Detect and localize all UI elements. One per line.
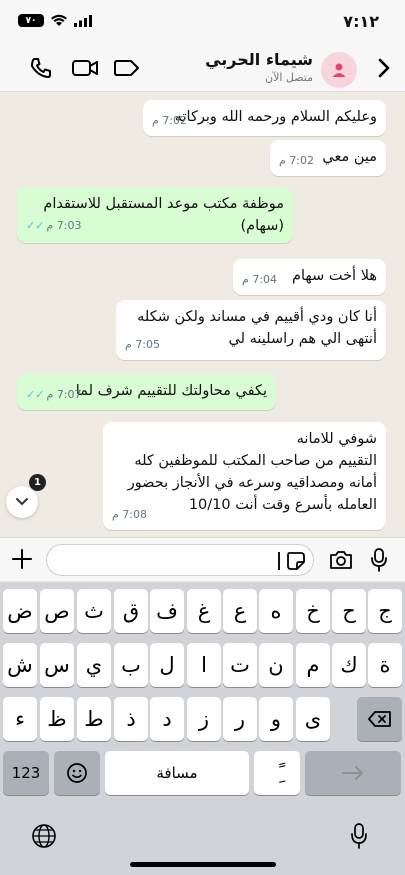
battery-icon: ٧٠ (18, 14, 44, 27)
keyboard: ض ص ث ق ف غ ع ه خ ح ج ش س ي ب ل ا ت ن م … (0, 582, 405, 875)
key[interactable]: ف (150, 589, 184, 633)
message-bubble-outgoing[interactable]: يكفي محاولتك للتقييم شرف لما 7:07 م✓✓ (17, 374, 276, 410)
key[interactable]: غ (187, 589, 221, 633)
message-input[interactable] (46, 544, 314, 576)
emoji-icon (67, 763, 87, 783)
key[interactable]: ر (223, 697, 257, 741)
backspace-key[interactable] (357, 697, 402, 741)
key[interactable]: ن (259, 643, 293, 687)
wifi-icon (51, 14, 67, 26)
key[interactable]: ث (77, 589, 111, 633)
return-arrow-icon (342, 766, 363, 780)
message-timestamp: 7:05 م (125, 338, 161, 351)
plus-icon[interactable] (10, 547, 34, 571)
message-list[interactable]: وعليكم السلام ورحمه الله وبركاته 7:02 م … (0, 93, 405, 536)
message-time: 7:02 م (152, 110, 187, 132)
key[interactable]: ذ (114, 697, 148, 741)
contact-presence: متصل الآن (265, 71, 313, 84)
globe-icon[interactable] (30, 822, 58, 850)
key[interactable]: ء (3, 697, 37, 741)
key[interactable]: ة (368, 643, 402, 687)
key[interactable]: ق (114, 589, 148, 633)
message-time: 7:08 م (112, 504, 147, 526)
key[interactable]: ه (259, 589, 293, 633)
message-time: 7:03 م✓✓ (26, 215, 81, 237)
composer-bar (0, 537, 405, 581)
space-key[interactable]: مسافة (105, 751, 249, 795)
diacritic-key[interactable]: ًِ (254, 751, 300, 795)
read-receipt-icon: ✓✓ (26, 219, 45, 232)
message-timestamp: 7:08 م (112, 508, 148, 521)
key[interactable]: م (296, 643, 330, 687)
microphone-icon[interactable] (370, 547, 388, 573)
chat-header: شيماء الحربي متصل الآن (0, 44, 405, 92)
return-key[interactable] (305, 751, 401, 795)
message-timestamp: 7:02 م (279, 154, 315, 167)
message-timestamp: 7:07 م (46, 388, 82, 401)
message-bubble-incoming[interactable]: مين معي 7:02 م (270, 140, 386, 176)
avatar[interactable] (321, 52, 357, 88)
label-tag-icon[interactable] (113, 56, 141, 80)
key[interactable]: ز (187, 697, 221, 741)
key[interactable]: ى (296, 697, 330, 741)
dictation-microphone-icon[interactable] (350, 822, 368, 850)
message-time: 7:05 م (125, 334, 160, 356)
message-bubble-incoming[interactable]: هلا أخت سهام 7:04 م (233, 259, 386, 295)
message-bubble-outgoing[interactable]: موظفة مكتب موعد المستقبل للاستقدام (سهام… (17, 187, 293, 243)
unread-count-badge: 1 (29, 474, 46, 491)
home-indicator[interactable] (130, 862, 276, 867)
message-bubble-incoming[interactable]: شوفي للامانه التقييم من صاحب المكتب للمو… (103, 422, 386, 530)
key[interactable]: س (40, 643, 74, 687)
chevron-down-icon (16, 498, 28, 506)
key[interactable]: خ (296, 589, 330, 633)
message-time: 7:04 م (242, 269, 277, 291)
scroll-to-bottom-button[interactable] (6, 486, 38, 518)
message-text: أنا كان ودي أقييم في مساند ولكن شكله أنت… (137, 309, 377, 347)
text-cursor (278, 552, 280, 570)
key[interactable]: ض (3, 589, 37, 633)
key[interactable]: ل (150, 643, 184, 687)
key[interactable]: د (150, 697, 184, 741)
key[interactable]: ي (77, 643, 111, 687)
message-timestamp: 7:04 م (242, 273, 278, 286)
key[interactable]: ا (187, 643, 221, 687)
key[interactable]: ب (114, 643, 148, 687)
key[interactable]: و (259, 697, 293, 741)
message-timestamp: 7:02 م (152, 114, 188, 127)
message-text: شوفي للامانه التقييم من صاحب المكتب للمو… (127, 431, 377, 513)
key[interactable]: ش (3, 643, 37, 687)
key[interactable]: ص (40, 589, 74, 633)
back-chevron-icon[interactable] (373, 56, 395, 80)
message-bubble-incoming[interactable]: أنا كان ودي أقييم في مساند ولكن شكله أنت… (116, 300, 386, 360)
key[interactable]: ت (223, 643, 257, 687)
status-time: ٧:١٢ (343, 12, 379, 31)
emoji-key[interactable] (54, 751, 100, 795)
message-time: 7:07 م✓✓ (26, 384, 81, 406)
read-receipt-icon: ✓✓ (26, 388, 45, 401)
key[interactable]: ط (77, 697, 111, 741)
status-icons: ٧٠ (18, 14, 92, 27)
video-call-icon[interactable] (71, 56, 99, 80)
status-bar: ٧٠ ٧:١٢ (0, 0, 405, 44)
key[interactable]: ع (223, 589, 257, 633)
numbers-key[interactable]: 123 (3, 751, 49, 795)
battery-level: ٧٠ (25, 15, 37, 26)
key[interactable]: ك (332, 643, 366, 687)
message-time: 7:02 م (279, 150, 314, 172)
signal-icon (74, 14, 92, 27)
contact-name[interactable]: شيماء الحربي (205, 50, 313, 69)
camera-icon[interactable] (328, 549, 354, 571)
message-bubble-incoming[interactable]: وعليكم السلام ورحمه الله وبركاته 7:02 م (143, 100, 386, 136)
phone-call-icon[interactable] (29, 56, 53, 80)
backspace-icon (367, 711, 391, 727)
person-icon (332, 63, 346, 77)
key[interactable]: ظ (40, 697, 74, 741)
key[interactable]: ح (332, 589, 366, 633)
sticker-icon[interactable] (285, 550, 307, 572)
message-timestamp: 7:03 م (46, 219, 82, 232)
key[interactable]: ج (368, 589, 402, 633)
